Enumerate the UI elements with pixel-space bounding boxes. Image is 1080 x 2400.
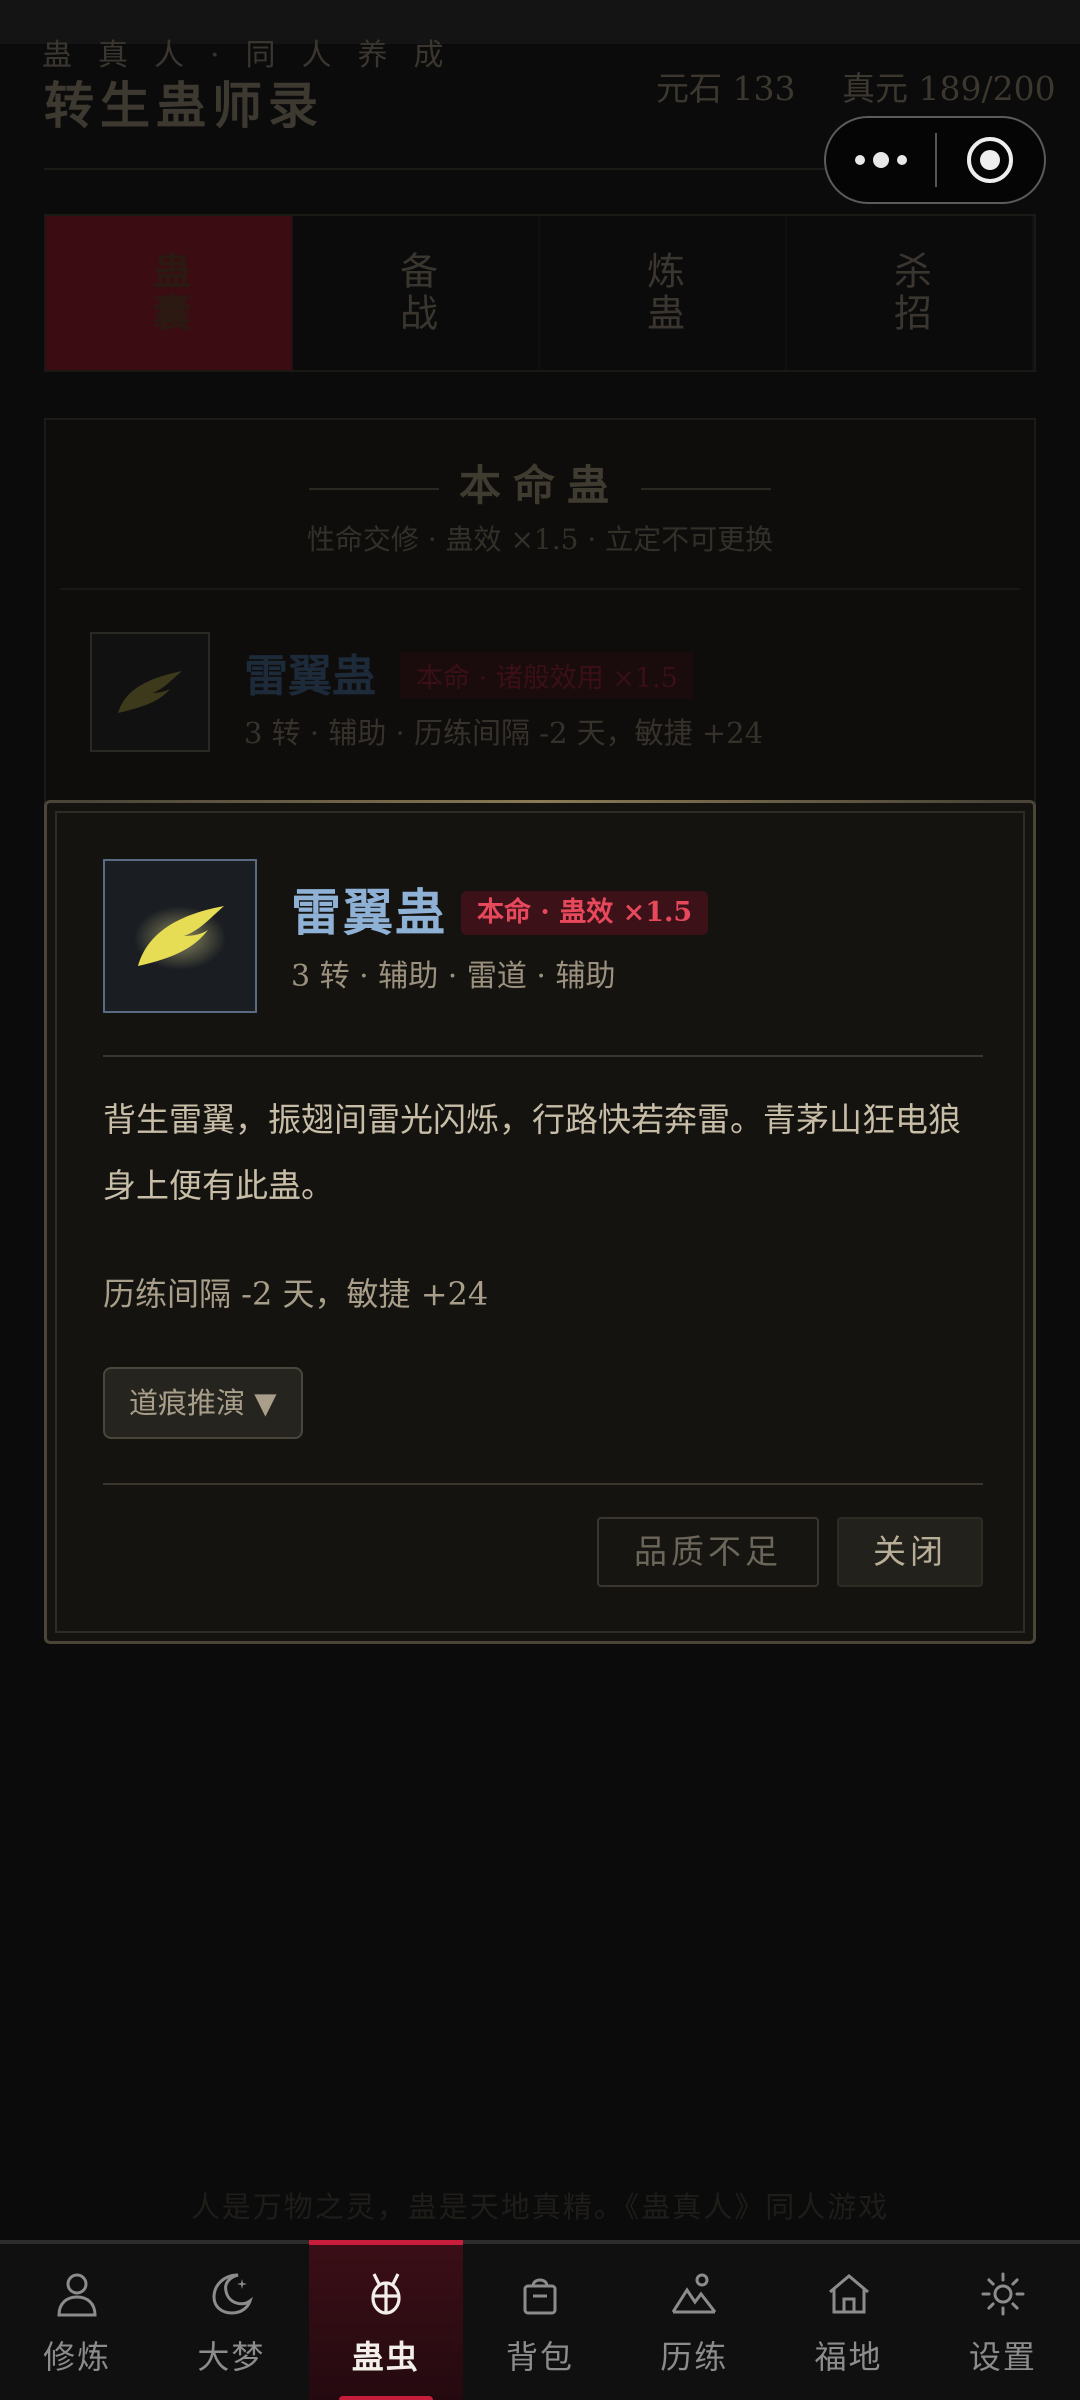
gu-effect: 历练间隔 -2 天，敏捷 +24 bbox=[103, 1275, 489, 1313]
insufficient-quality-button[interactable]: 品质不足 bbox=[597, 1517, 819, 1587]
close-button[interactable]: 关闭 bbox=[837, 1517, 983, 1587]
vital-gu-divider bbox=[60, 588, 1020, 590]
home-icon bbox=[823, 2268, 875, 2320]
vital-gu-name: 雷翼蛊 bbox=[244, 651, 376, 702]
nav-label: 设置 bbox=[968, 2338, 1037, 2376]
nav-label: 蛊虫 bbox=[351, 2338, 420, 2376]
gu-description: 背生雷翼，振翅间雷光闪烁，行路快若奔雷。青茅山狂电狼身上便有此蛊。 bbox=[103, 1100, 961, 1205]
essence-counter: 真元 189/200 bbox=[842, 69, 1056, 108]
nav-item-bag[interactable]: 背包 bbox=[463, 2244, 617, 2400]
bug-icon bbox=[360, 2268, 412, 2320]
gu-meta: 3 转 · 辅助 · 雷道 · 辅助 bbox=[291, 959, 616, 994]
lightning-wing-icon bbox=[103, 859, 257, 1013]
gear-icon bbox=[977, 2268, 1029, 2320]
nav-label: 背包 bbox=[505, 2338, 574, 2376]
app-title: 转生蛊师录 bbox=[44, 76, 324, 135]
target-circle-icon bbox=[967, 137, 1014, 183]
gu-name: 雷翼蛊 bbox=[291, 883, 447, 942]
more-menu-button[interactable] bbox=[826, 152, 935, 168]
vital-gu-badge: 本命 · 蛊效 ×1.5 bbox=[461, 891, 709, 935]
gu-tabs: 蛊囊 备战 炼蛊 杀招 bbox=[44, 214, 1036, 372]
vital-gu-title-text: 本命蛊 bbox=[458, 461, 621, 510]
more-dot-icon bbox=[896, 155, 907, 165]
person-icon bbox=[51, 2268, 103, 2320]
gu-detail-modal: 雷翼蛊 本命 · 蛊效 ×1.5 3 转 · 辅助 · 雷道 · 辅助 背生雷翼… bbox=[44, 800, 1036, 1644]
tab-gu-pouch[interactable]: 蛊囊 bbox=[46, 216, 293, 370]
tab-refine[interactable]: 炼蛊 bbox=[540, 216, 787, 370]
nav-item-dream[interactable]: 大梦 bbox=[154, 2244, 308, 2400]
vital-gu-title: 本命蛊 bbox=[0, 452, 1080, 513]
modal-top-glow bbox=[87, 800, 993, 803]
tab-killer-move[interactable]: 杀招 bbox=[787, 216, 1034, 370]
lightning-wing-icon[interactable] bbox=[90, 632, 210, 752]
nav-item-cultivate[interactable]: 修炼 bbox=[0, 2244, 154, 2400]
footer-motto: 人是万物之灵，蛊是天地真精。《蛊真人》同人游戏 bbox=[190, 2190, 890, 2224]
vital-gu-badge: 本命 · 诸般效用 ×1.5 bbox=[400, 652, 694, 699]
mountain-icon bbox=[668, 2268, 720, 2320]
nav-item-gu[interactable]: 蛊虫 bbox=[308, 2240, 464, 2400]
nav-label: 福地 bbox=[814, 2338, 883, 2376]
modal-divider bbox=[103, 1055, 983, 1057]
stone-counter: 元石 133 bbox=[656, 69, 796, 108]
modal-divider bbox=[103, 1483, 983, 1485]
nav-item-settings[interactable]: 设置 bbox=[926, 2244, 1080, 2400]
more-dot-icon bbox=[854, 155, 865, 165]
bag-icon bbox=[514, 2268, 566, 2320]
nav-label: 修炼 bbox=[43, 2338, 112, 2376]
vital-gu-meta: 3 转 · 辅助 · 历练间隔 -2 天，敏捷 +24 bbox=[244, 716, 764, 750]
tab-prepare[interactable]: 备战 bbox=[293, 216, 540, 370]
nav-label: 大梦 bbox=[197, 2338, 266, 2376]
vital-gu-subtitle: 性命交修 · 蛊效 ×1.5 · 立定不可更换 bbox=[306, 523, 774, 556]
bottom-nav: 修炼 大梦 蛊虫 背包 历练 福地 设置 bbox=[0, 2240, 1080, 2400]
title-ornament-right bbox=[641, 488, 771, 490]
nav-label: 历练 bbox=[660, 2338, 729, 2376]
moon-icon bbox=[205, 2268, 257, 2320]
nav-item-training[interactable]: 历练 bbox=[617, 2244, 771, 2400]
exit-miniprogram-button[interactable] bbox=[937, 137, 1044, 183]
more-dot-icon bbox=[872, 152, 889, 168]
title-ornament-left bbox=[308, 488, 439, 490]
dao-mark-derive-button[interactable]: 道痕推演 ▼ bbox=[103, 1367, 303, 1439]
miniprogram-capsule bbox=[824, 116, 1046, 204]
nav-item-blessed-land[interactable]: 福地 bbox=[771, 2244, 925, 2400]
